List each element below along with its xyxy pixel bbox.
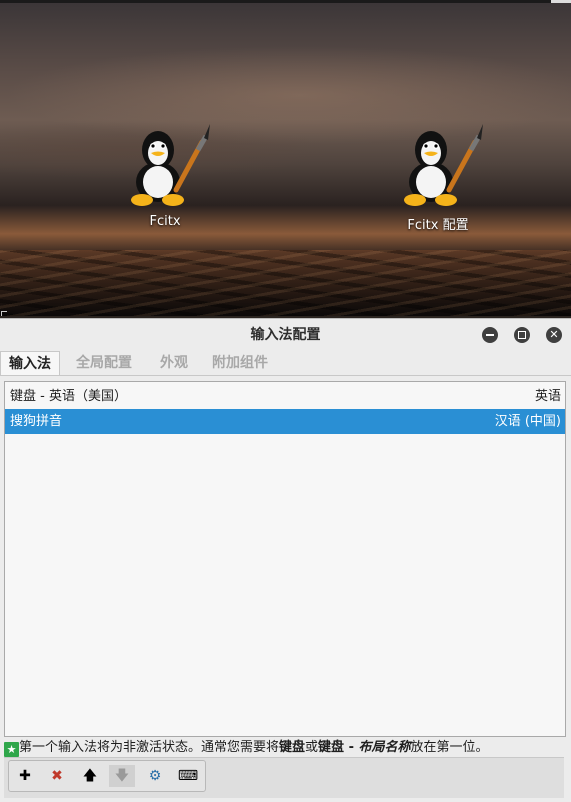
remove-glyph: ✖ xyxy=(51,768,63,784)
fcitx-config-penguin-icon xyxy=(404,124,483,206)
close-glyph: ✕ xyxy=(549,328,559,341)
top-panel-edge xyxy=(0,0,571,3)
hint-bold2: 键盘 - xyxy=(318,740,359,755)
input-method-name: 搜狗拼音 xyxy=(10,414,63,429)
minimize-icon[interactable] xyxy=(482,327,498,343)
tab-global-config[interactable]: 全局配置 xyxy=(76,351,132,375)
hint-bold-italic: 布局名称 xyxy=(358,740,411,755)
arrow-up-icon[interactable]: 🡅 xyxy=(77,765,103,787)
desktop-icon-fcitx-config[interactable]: Fcitx 配置 xyxy=(383,120,493,233)
tab-input-method[interactable]: 输入法 xyxy=(0,351,60,376)
fcitx-config-window: 输入法配置 ✕ 输入法 全局配置 外观 附加组件 键盘 - 英语（美国） 英语 … xyxy=(0,318,571,802)
input-method-name: 键盘 - 英语（美国） xyxy=(10,389,127,404)
info-star-icon: ★ xyxy=(4,742,19,757)
arrow-down-icon[interactable]: 🡇 xyxy=(109,765,135,787)
hint-part1: 第一个输入法将为非激活状态。通常您需要将 xyxy=(19,740,280,755)
hint-part2: 或 xyxy=(305,740,319,755)
tab-bar: 输入法 全局配置 外观 附加组件 xyxy=(0,351,571,376)
up-glyph: 🡅 xyxy=(82,768,98,784)
toolbar: ✚ ✖ 🡅 🡇 ⚙ ⌨ xyxy=(8,760,206,792)
desktop-icon-label: Fcitx 配置 xyxy=(407,218,469,233)
corner-mark xyxy=(1,311,7,316)
window-titlebar[interactable]: 输入法配置 ✕ xyxy=(0,319,571,351)
hint-text: ★ 第一个输入法将为非激活状态。通常您需要将键盘或键盘 - 布局名称放在第一位。 xyxy=(4,739,489,757)
configure-icon[interactable]: ⚙ xyxy=(142,765,168,787)
down-glyph: 🡇 xyxy=(114,768,130,784)
add-glyph: ✚ xyxy=(19,768,31,784)
remove-icon[interactable]: ✖ xyxy=(44,765,70,787)
desktop-icon-fcitx[interactable]: Fcitx xyxy=(110,120,220,229)
hint-bold1: 键盘 xyxy=(279,740,306,755)
keyboard-icon[interactable]: ⌨ xyxy=(175,765,201,787)
sea-waves xyxy=(0,250,571,316)
input-method-language: 英语 xyxy=(534,389,561,404)
input-method-language: 汉语 (中国) xyxy=(494,414,561,429)
plus-icon[interactable]: ✚ xyxy=(12,765,38,787)
tab-appearance[interactable]: 外观 xyxy=(160,351,188,375)
desktop-background: Fcitx Fcitx 配置 xyxy=(0,0,571,316)
tab-divider xyxy=(0,375,571,376)
close-icon[interactable]: ✕ xyxy=(546,327,562,343)
keyboard-glyph: ⌨ xyxy=(177,768,199,784)
input-method-list[interactable]: 键盘 - 英语（美国） 英语 搜狗拼音 汉语 (中国) xyxy=(4,381,566,737)
maximize-icon[interactable] xyxy=(514,327,530,343)
tab-addons[interactable]: 附加组件 xyxy=(212,351,268,375)
desktop-icon-label: Fcitx xyxy=(149,214,181,229)
configure-glyph: ⚙ xyxy=(148,768,162,784)
list-item[interactable]: 键盘 - 英语（美国） 英语 xyxy=(5,384,565,409)
list-item-selected[interactable]: 搜狗拼音 汉语 (中国) xyxy=(5,409,565,434)
window-title: 输入法配置 xyxy=(250,327,321,343)
fcitx-penguin-icon xyxy=(131,124,210,206)
hint-part3: 放在第一位。 xyxy=(410,740,489,755)
